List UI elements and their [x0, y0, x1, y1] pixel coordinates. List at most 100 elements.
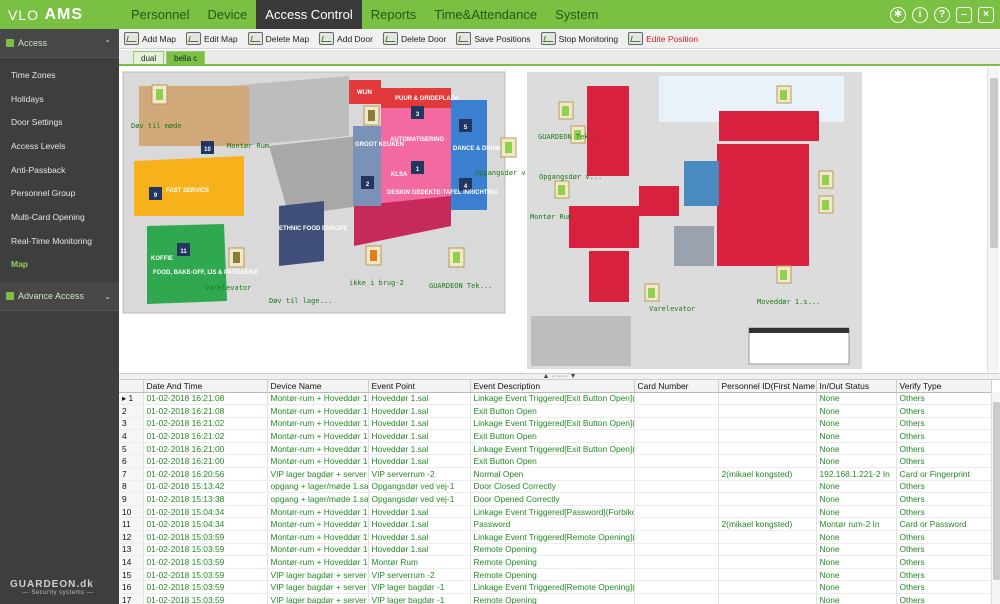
table-row[interactable]: 15 01-02-2018 15:03:59 VIP lager bagdør + …	[119, 568, 992, 582]
door-icon[interactable]	[554, 180, 570, 199]
table-row[interactable]: ▸ 1 01-02-2018 16:21:08 Montør-rum + Hoved…	[119, 392, 992, 406]
table-row[interactable]: 4 01-02-2018 16:21:02 Montør-rum + Hoveddø…	[119, 429, 992, 443]
delete-door-button[interactable]: Delete Door	[378, 29, 451, 49]
table-cell: Others	[896, 480, 992, 494]
sidebar-section-access[interactable]: Access ⌃	[0, 29, 119, 58]
door-icon[interactable]	[363, 105, 380, 126]
edit-map-button[interactable]: Edit Map	[181, 29, 243, 49]
table-cell: Linkage Event Triggered[Remote Opening](…	[470, 530, 635, 544]
table-cell: Others	[896, 442, 992, 456]
table-row[interactable]: 3 01-02-2018 16:21:02 Montør-rum + Hoveddø…	[119, 417, 992, 431]
door-icon[interactable]	[818, 170, 834, 189]
event-grid: Date And Time Device Name Event Point Ev…	[119, 380, 1000, 604]
close-icon[interactable]: ×	[978, 6, 994, 23]
save-positions-label: Save Positions	[474, 33, 531, 44]
table-row[interactable]: 12 01-02-2018 15:03:59 Montør-rum + Hovedd…	[119, 530, 992, 544]
table-row[interactable]: 5 01-02-2018 16:21:00 Montør-rum + Hoveddø…	[119, 442, 992, 456]
table-cell	[634, 492, 719, 506]
table-row[interactable]: 17 01-02-2018 15:03:59 VIP lager bagdør + …	[119, 593, 992, 604]
door-icon[interactable]	[776, 265, 792, 284]
col-header-in-out-status[interactable]: In/Out Status	[816, 380, 897, 393]
col-header-personnel-id[interactable]: Personnel ID(First Name L...	[718, 380, 817, 393]
edit-position-icon	[628, 32, 644, 45]
sidebar-item-holidays[interactable]: Holidays	[0, 87, 119, 111]
table-cell: Montør-rum + Hoveddør 1.sal	[267, 442, 369, 456]
row-number-cell: 15	[119, 568, 144, 582]
table-cell: Others	[896, 505, 992, 519]
table-row[interactable]: 8 01-02-2018 15:13:42 opgang + lager/møde …	[119, 480, 992, 494]
tab-dual[interactable]: dual	[133, 51, 165, 64]
table-row[interactable]: 2 01-02-2018 16:21:08 Montør-rum + Hoveddø…	[119, 404, 992, 418]
zone-label-food: FOOD, BAKE-OFF, IJS & PATISSERIE	[153, 270, 259, 276]
sidebar-item-real-time-monitoring[interactable]: Real-Time Monitoring	[0, 229, 119, 253]
map-label-dov-til-mode: Døv til møde	[131, 122, 182, 130]
help-icon[interactable]: ?	[934, 6, 950, 23]
door-icon[interactable]	[500, 137, 517, 158]
table-cell	[634, 392, 719, 406]
table-row[interactable]: 10 01-02-2018 15:04:34 Montør-rum + Hovedd…	[119, 505, 992, 519]
col-header-card-number[interactable]: Card Number	[634, 380, 719, 393]
menu-access-control[interactable]: Access Control	[256, 0, 362, 29]
table-row[interactable]: 9 01-02-2018 15:13:38 opgang + lager/møde …	[119, 492, 992, 506]
minimize-icon[interactable]: –	[956, 6, 972, 23]
menu-device[interactable]: Device	[199, 0, 257, 29]
col-header-row-number	[119, 380, 144, 393]
sidebar-section-advance-access[interactable]: Advance Access ⌄	[0, 282, 119, 312]
col-header-date-time[interactable]: Date And Time	[143, 380, 268, 393]
menu-personnel[interactable]: Personnel	[122, 0, 199, 29]
sidebar-item-door-settings[interactable]: Door Settings	[0, 110, 119, 134]
door-icon[interactable]	[644, 283, 660, 302]
menu-system[interactable]: System	[546, 0, 607, 29]
menu-time-attendance[interactable]: Time&Attendance	[425, 0, 546, 29]
table-cell	[634, 555, 719, 569]
tab-bella-c[interactable]: bella c	[166, 51, 206, 64]
table-cell	[634, 593, 719, 604]
sidebar-item-map[interactable]: Map	[0, 253, 119, 277]
sidebar-item-personnel-group[interactable]: Personnel Group	[0, 181, 119, 205]
table-row[interactable]: 7 01-02-2018 16:20:56 VIP lager bagdør + s…	[119, 467, 992, 481]
stop-monitoring-button[interactable]: Stop Monitoring	[536, 29, 624, 49]
door-icon[interactable]	[818, 195, 834, 214]
table-cell: VIP lager bagdør -1	[368, 580, 471, 594]
delete-door-label: Delete Door	[400, 33, 447, 44]
table-row[interactable]: 13 01-02-2018 15:03:59 Montør-rum + Hovedd…	[119, 543, 992, 557]
menu-reports[interactable]: Reports	[362, 0, 426, 29]
sidebar-item-access-levels[interactable]: Access Levels	[0, 134, 119, 158]
save-positions-button[interactable]: Save Positions	[451, 29, 535, 49]
door-icon[interactable]	[776, 85, 792, 104]
table-row[interactable]: 14 01-02-2018 15:03:59 Montør-rum + Hovedd…	[119, 555, 992, 569]
table-row[interactable]: 11 01-02-2018 15:04:34 Montør-rum + Hovedd…	[119, 517, 992, 532]
add-map-button[interactable]: Add Map	[119, 29, 181, 49]
table-row[interactable]: 6 01-02-2018 16:21:00 Montør-rum + Hoveddø…	[119, 454, 992, 469]
door-icon[interactable]	[365, 245, 382, 266]
col-header-event-point[interactable]: Event Point	[368, 380, 471, 393]
add-door-button[interactable]: Add Door	[314, 29, 378, 49]
info-icon[interactable]: i	[912, 6, 928, 23]
table-cell	[718, 580, 817, 594]
table-cell	[634, 442, 719, 456]
door-icon[interactable]	[558, 101, 574, 120]
map-canvas[interactable]: 10 9 11 5 4 2 1 3 WIJN PUUR & GRIDEPLAZA…	[119, 64, 1000, 373]
grid-scroll-thumb[interactable]	[993, 402, 1000, 580]
door-icon[interactable]	[228, 247, 245, 268]
table-row[interactable]: 16 01-02-2018 15:03:59 VIP lager bagdør + …	[119, 580, 992, 594]
col-header-device-name[interactable]: Device Name	[267, 380, 369, 393]
panel-splitter[interactable]: ▲ ······· ▼	[119, 373, 1000, 380]
sidebar-item-time-zones[interactable]: Time Zones	[0, 63, 119, 87]
map-vertical-scrollbar[interactable]	[987, 68, 999, 372]
grid-vertical-scrollbar[interactable]	[991, 392, 1000, 604]
table-cell	[634, 467, 719, 481]
door-icon[interactable]	[448, 247, 465, 268]
gear-icon[interactable]: ✱	[890, 6, 906, 23]
table-cell: Remote Opening	[470, 543, 635, 557]
sidebar-item-multi-card-opening[interactable]: Multi-Card Opening	[0, 205, 119, 229]
table-cell: Others	[896, 555, 992, 569]
edit-position-button[interactable]: Edite Position	[623, 29, 703, 49]
door-icon[interactable]	[151, 84, 168, 105]
sidebar-item-anti-passback[interactable]: Anti-Passback	[0, 158, 119, 182]
table-cell: Hoveddør 1.sal	[368, 517, 471, 532]
col-header-verify-type[interactable]: Verify Type	[896, 380, 992, 393]
delete-map-button[interactable]: Delete Map	[243, 29, 314, 49]
map-scroll-thumb[interactable]	[990, 78, 998, 248]
col-header-event-description[interactable]: Event Description	[470, 380, 635, 393]
